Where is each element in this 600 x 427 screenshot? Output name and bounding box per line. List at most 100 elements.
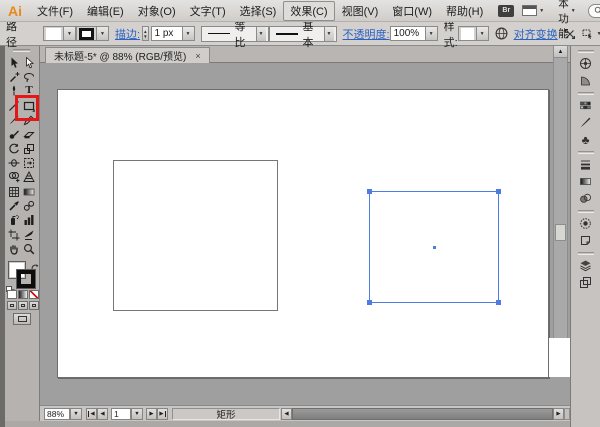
tool-blend[interactable] — [22, 199, 36, 212]
anchor-point-top-right[interactable] — [496, 189, 501, 194]
tool-width[interactable] — [7, 156, 21, 169]
tool-pen[interactable] — [7, 84, 21, 97]
stepper-down-icon[interactable]: ▼ — [143, 34, 147, 39]
horizontal-scrollbar-thumb[interactable] — [292, 408, 553, 420]
color-mode-button[interactable] — [7, 290, 17, 299]
vertical-scrollbar[interactable]: ▲ — [553, 46, 568, 338]
go-to-bridge-button[interactable]: Br — [498, 4, 515, 17]
dock-grip-icon[interactable] — [577, 92, 594, 95]
dropdown-arrow-icon[interactable]: ▼ — [323, 26, 334, 41]
artboards-panel-button[interactable] — [571, 275, 600, 290]
menu-type[interactable]: 文字(T) — [183, 2, 233, 20]
draw-normal-button[interactable] — [7, 301, 17, 310]
tool-gradient[interactable] — [22, 185, 36, 198]
tool-eyedropper[interactable] — [7, 199, 21, 212]
first-page-button[interactable]: ◀ — [86, 408, 97, 420]
dropdown-arrow-icon[interactable]: ▼ — [96, 27, 108, 40]
none-mode-button[interactable] — [29, 290, 39, 299]
scroll-left-button[interactable]: ◀ — [281, 408, 292, 420]
symbols-panel-button[interactable]: ♣ — [571, 132, 600, 147]
tool-artboard[interactable] — [7, 228, 21, 241]
menu-file[interactable]: 文件(F) — [30, 2, 80, 20]
transform-panel-link[interactable]: 变换 — [536, 26, 558, 42]
stroke-panel-button[interactable] — [571, 157, 600, 172]
appearance-panel-button[interactable] — [571, 216, 600, 231]
brushes-panel-button[interactable] — [571, 115, 600, 130]
tool-scale[interactable] — [22, 142, 36, 155]
previous-page-button[interactable]: ◀ — [97, 408, 108, 420]
menu-select[interactable]: 选择(S) — [233, 2, 284, 20]
tool-shape-builder[interactable] — [7, 170, 21, 183]
fill-color-combo[interactable]: ▼ — [43, 26, 76, 41]
tab-close-icon[interactable]: × — [195, 51, 200, 61]
opacity-combo[interactable]: 100% ▼ — [389, 26, 438, 41]
color-panel-button[interactable] — [571, 56, 600, 71]
dock-grip-icon[interactable] — [577, 252, 594, 255]
scroll-right-button[interactable]: ▶ — [553, 408, 564, 420]
tool-slice[interactable] — [22, 228, 36, 241]
brush-definition-combo[interactable]: 基本 ▼ — [268, 21, 337, 49]
dock-grip-icon[interactable] — [577, 50, 594, 53]
tool-blob-brush[interactable] — [7, 127, 21, 140]
recolor-artwork-button[interactable] — [495, 27, 508, 40]
graphic-styles-panel-button[interactable] — [571, 233, 600, 248]
dock-grip-icon[interactable] — [577, 210, 594, 213]
search-input[interactable] — [587, 3, 600, 18]
tool-eraser[interactable] — [22, 127, 36, 140]
swap-fill-stroke-icon[interactable] — [31, 258, 39, 276]
tool-direct-selection[interactable] — [22, 56, 36, 69]
tool-lasso[interactable] — [22, 70, 36, 83]
page-dropdown-button[interactable]: ▼ — [131, 408, 143, 420]
tool-type[interactable]: T — [22, 84, 36, 97]
menu-help[interactable]: 帮助(H) — [439, 2, 490, 20]
gradient-panel-button[interactable] — [571, 174, 600, 189]
tool-rotate[interactable] — [7, 142, 21, 155]
vertical-scrollbar-thumb[interactable] — [555, 224, 566, 241]
tool-pencil[interactable] — [22, 113, 36, 126]
dock-grip-icon[interactable] — [577, 151, 594, 154]
tool-symbol-sprayer[interactable] — [7, 213, 21, 226]
stroke-weight-combo[interactable]: 1 px ▼ — [150, 26, 195, 41]
zoom-dropdown-button[interactable]: ▼ — [70, 408, 82, 420]
tool-free-transform[interactable] — [22, 156, 36, 169]
opacity-panel-link[interactable]: 不透明度: — [343, 26, 390, 42]
tool-zoom[interactable] — [22, 242, 36, 255]
page-number-field[interactable]: 1 — [111, 408, 131, 420]
document-tab[interactable]: 未标题-5* @ 88% (RGB/预览) × — [45, 47, 210, 63]
menu-edit[interactable]: 编辑(E) — [80, 2, 131, 20]
tool-selection[interactable] — [7, 56, 21, 69]
color-guide-panel-button[interactable] — [571, 73, 600, 88]
resize-grip[interactable] — [564, 408, 570, 420]
rectangle-object-2-selected[interactable] — [367, 189, 501, 305]
dropdown-arrow-icon[interactable]: ▼ — [181, 27, 194, 40]
anchor-point-top-left[interactable] — [367, 189, 372, 194]
workspace-switcher[interactable]: 基本功能 ▼ — [558, 0, 575, 41]
tool-magic-wand[interactable] — [7, 70, 21, 83]
width-profile-combo[interactable]: 等比 ▼ — [200, 21, 269, 49]
anchor-point-bottom-left[interactable] — [367, 300, 372, 305]
menu-object[interactable]: 对象(O) — [131, 2, 183, 20]
menu-window[interactable]: 窗口(W) — [385, 2, 439, 20]
dropdown-arrow-icon[interactable]: ▼ — [475, 27, 488, 40]
dropdown-arrow-icon[interactable]: ▼ — [63, 27, 75, 40]
zoom-level-field[interactable]: 88% — [44, 408, 70, 420]
align-panel-link[interactable]: 对齐 — [514, 26, 536, 42]
last-page-button[interactable]: ▶ — [157, 408, 168, 420]
stroke-color-combo[interactable]: ▼ — [76, 26, 109, 41]
graphic-style-combo[interactable]: ▼ — [457, 26, 489, 41]
arrange-documents-button[interactable]: ▼ — [522, 5, 544, 16]
tool-line-segment[interactable] — [7, 99, 21, 112]
transparency-panel-button[interactable] — [571, 191, 600, 206]
scroll-up-button[interactable]: ▲ — [554, 46, 567, 58]
stroke-weight-stepper[interactable]: ▲ ▼ — [142, 26, 149, 41]
dropdown-arrow-icon[interactable]: ▼ — [424, 27, 437, 40]
next-page-button[interactable]: ▶ — [146, 408, 157, 420]
layers-panel-button[interactable] — [571, 258, 600, 273]
draw-inside-button[interactable] — [29, 301, 39, 310]
rectangle-object-1[interactable] — [113, 160, 278, 311]
swatches-panel-button[interactable] — [571, 98, 600, 113]
stroke-panel-link[interactable]: 描边: — [115, 26, 140, 42]
dropdown-arrow-icon[interactable]: ▼ — [255, 26, 266, 41]
tool-mesh[interactable] — [7, 185, 21, 198]
canvas-area[interactable] — [40, 63, 570, 405]
